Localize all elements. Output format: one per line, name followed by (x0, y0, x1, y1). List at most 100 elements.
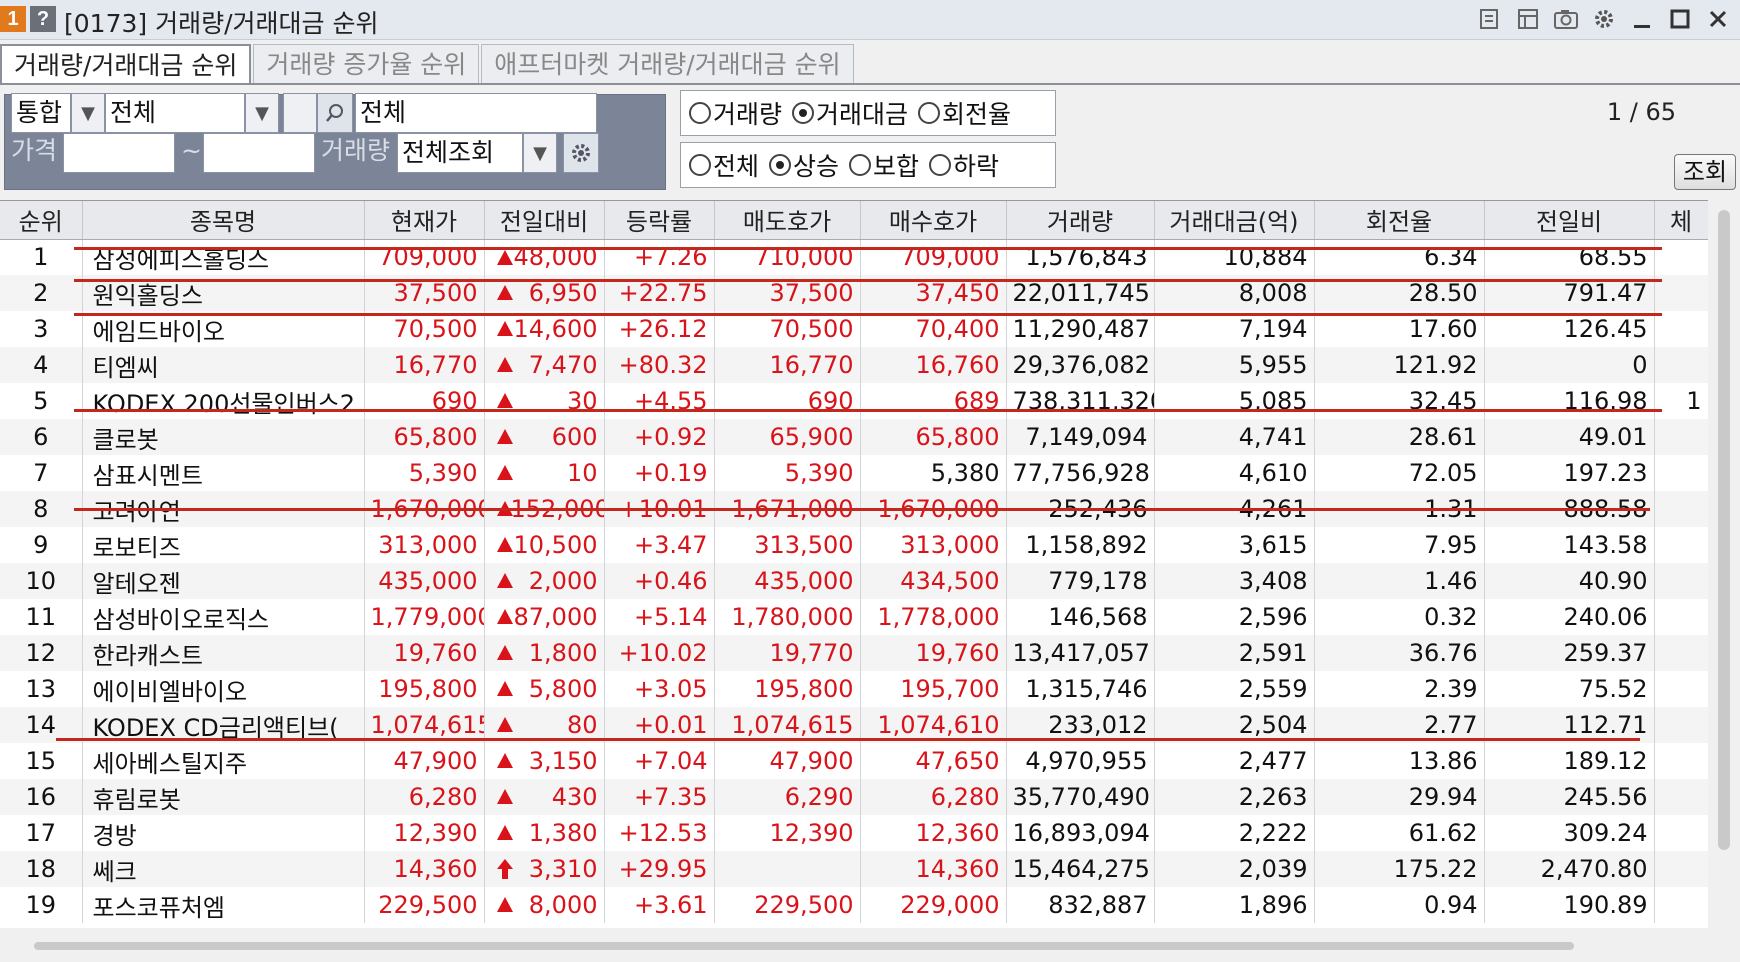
table-row[interactable]: 3 에임드바이오 70,500 14,600 +26.12 70,500 70,400 11,… (0, 311, 1708, 347)
radio-rise-dot[interactable] (769, 154, 792, 176)
col-header-price[interactable]: 현재가 (364, 201, 485, 240)
close-icon[interactable] (1704, 5, 1732, 33)
cell-stock-name[interactable]: 알테오젠 (82, 563, 365, 599)
radio-volume-dot[interactable] (689, 102, 711, 124)
radio-flat-dot[interactable] (849, 154, 872, 176)
col-header-rank[interactable]: 순위 (0, 201, 83, 240)
horizontal-scrollbar[interactable] (0, 930, 1708, 962)
minimize-icon[interactable] (1628, 5, 1656, 33)
col-header-change[interactable]: 전일대비 (484, 201, 605, 240)
maximize-icon[interactable] (1666, 5, 1694, 33)
col-header-prev-ratio[interactable]: 전일비 (1484, 201, 1655, 240)
table-row[interactable]: 1 삼성에피스홀딩스 709,000 48,000 +7.26 710,000 709,00… (0, 239, 1708, 275)
cell-stock-name[interactable]: 에임드바이오 (82, 311, 365, 347)
cell-stock-name[interactable]: 클로봇 (82, 419, 365, 455)
search-icon[interactable] (317, 93, 353, 133)
vertical-scroll-thumb[interactable] (1718, 210, 1730, 850)
help-icon[interactable]: ? (30, 6, 56, 32)
table-row[interactable]: 6 클로봇 65,800 600 +0.92 65,900 65,800 7,149,094 4… (0, 419, 1708, 455)
table-row[interactable]: 10 알테오젠 435,000 2,000 +0.46 435,000 434,500 779… (0, 563, 1708, 599)
col-header-ask[interactable]: 매도호가 (714, 201, 861, 240)
cell-stock-name[interactable]: 쎄크 (82, 851, 365, 887)
radio-amount-dot[interactable] (792, 102, 815, 124)
vertical-scrollbar[interactable] (1710, 200, 1740, 928)
radio-fall-dot[interactable] (929, 154, 952, 176)
table-row[interactable]: 4 티엠씨 16,770 7,470 +80.32 16,770 16,760 29,376,… (0, 347, 1708, 383)
cell-amount: 2,477 (1154, 743, 1315, 779)
price-to-input[interactable] (203, 133, 315, 173)
market-select[interactable]: 통합 (11, 93, 71, 133)
radio-volume[interactable]: 거래량 (689, 95, 782, 131)
table-row[interactable]: 15 세아베스틸지주 47,900 3,150 +7.04 47,900 47,650 4,9… (0, 743, 1708, 779)
cell-stock-name[interactable]: 휴림로봇 (82, 779, 365, 815)
cell-stock-name[interactable]: 포스코퓨처엠 (82, 887, 365, 923)
table-row[interactable]: 16 휴림로봇 6,280 430 +7.35 6,290 6,280 35,770,490 2… (0, 779, 1708, 815)
table-row[interactable]: 17 경방 12,390 1,380 +12.53 12,390 12,360 16,893,… (0, 815, 1708, 851)
cell-volume: 1,576,843 (1006, 239, 1155, 275)
filter-settings-icon[interactable] (563, 133, 599, 173)
col-header-rate[interactable]: 등락률 (604, 201, 715, 240)
cell-extra (1654, 599, 1708, 635)
cell-stock-name[interactable]: 티엠씨 (82, 347, 365, 383)
cell-turnover: 175.22 (1314, 851, 1485, 887)
cell-bid: 16,760 (860, 347, 1007, 383)
stock-name-field[interactable]: 전체 (355, 93, 597, 133)
price-from-input[interactable] (63, 133, 175, 173)
cell-stock-name[interactable]: 로보티즈 (82, 527, 365, 563)
settings-gear-icon[interactable] (1590, 5, 1618, 33)
table-row[interactable]: 7 삼표시멘트 5,390 10 +0.19 5,390 5,380 77,756,928 4,… (0, 455, 1708, 491)
volume-condition-select[interactable]: 전체조회 (397, 133, 523, 173)
table-row[interactable]: 13 에이비엘바이오 195,800 5,800 +3.05 195,800 195,700… (0, 671, 1708, 707)
col-header-volume[interactable]: 거래량 (1006, 201, 1155, 240)
radio-turnover-dot[interactable] (918, 102, 941, 124)
cell-change-value: 5,800 (528, 675, 598, 703)
table-row[interactable]: 18 쎄크 14,360 3,310 +29.95 14,360 15,464,275 2,0… (0, 851, 1708, 887)
cell-change-value: 10,500 (513, 531, 598, 559)
col-header-bid[interactable]: 매수호가 (860, 201, 1007, 240)
radio-rise[interactable]: 상승 (769, 147, 839, 183)
tab-aftermarket-rank[interactable]: 애프터마켓 거래량/거래대금 순위 (481, 44, 854, 84)
col-header-extra[interactable]: 체 (1654, 201, 1708, 240)
cell-stock-name[interactable]: 세아베스틸지주 (82, 743, 365, 779)
table-row[interactable]: 9 로보티즈 313,000 10,500 +3.47 313,500 313,000 1,1… (0, 527, 1708, 563)
query-button[interactable]: 조회 (1674, 154, 1736, 190)
category-dropdown-icon[interactable]: ▼ (245, 93, 279, 133)
horizontal-scroll-thumb[interactable] (34, 942, 1574, 950)
volume-dropdown-icon[interactable]: ▼ (523, 133, 557, 173)
cell-change: 3,310 (484, 851, 605, 887)
tab-volume-increase-rank[interactable]: 거래량 증가율 순위 (253, 44, 480, 84)
tab-volume-amount-rank[interactable]: 거래량/거래대금 순위 (0, 44, 252, 84)
cell-stock-name[interactable]: 삼성에피스홀딩스 (82, 239, 365, 275)
market-dropdown-icon[interactable]: ▼ (71, 93, 105, 133)
col-header-turnover[interactable]: 회전율 (1314, 201, 1485, 240)
memo-icon[interactable] (1476, 5, 1504, 33)
cell-stock-name[interactable]: 삼표시멘트 (82, 455, 365, 491)
table-row[interactable]: 5 KODEX 200선물인버스2 690 30 +4.55 690 689 738,311,… (0, 383, 1708, 419)
screen-number-badge[interactable]: 1 (0, 6, 26, 32)
link-screen-icon[interactable] (1514, 5, 1542, 33)
camera-icon[interactable] (1552, 5, 1580, 33)
radio-all-dot[interactable] (689, 154, 711, 176)
radio-all[interactable]: 전체 (689, 147, 759, 183)
radio-flat[interactable]: 보합 (849, 147, 919, 183)
cell-rank: 8 (0, 491, 83, 527)
cell-stock-name[interactable]: 경방 (82, 815, 365, 851)
cell-stock-name[interactable]: 에이비엘바이오 (82, 671, 365, 707)
col-header-amount[interactable]: 거래대금(억) (1154, 201, 1315, 240)
cell-stock-name[interactable]: 한라캐스트 (82, 635, 365, 671)
cell-stock-name[interactable]: KODEX 200선물인버스2 (82, 383, 365, 419)
up-triangle-icon (496, 429, 513, 444)
radio-amount[interactable]: 거래대금 (792, 95, 908, 131)
category-select[interactable]: 전체 (105, 93, 245, 133)
col-header-name[interactable]: 종목명 (82, 201, 365, 240)
radio-fall[interactable]: 하락 (929, 147, 999, 183)
cell-rank: 16 (0, 779, 83, 815)
stock-code-input[interactable] (283, 93, 317, 133)
cell-change-value: 8,000 (528, 891, 598, 919)
table-row[interactable]: 11 삼성바이오로직스 1,779,000 87,000 +5.14 1,780,000 1… (0, 599, 1708, 635)
cell-stock-name[interactable]: 삼성바이오로직스 (82, 599, 365, 635)
table-row[interactable]: 19 포스코퓨처엠 229,500 8,000 +3.61 229,500 229,000 8… (0, 887, 1708, 923)
table-row[interactable]: 12 한라캐스트 19,760 1,800 +10.02 19,770 19,760 13,4… (0, 635, 1708, 671)
cell-price: 12,390 (364, 815, 485, 851)
radio-turnover[interactable]: 회전율 (918, 95, 1011, 131)
